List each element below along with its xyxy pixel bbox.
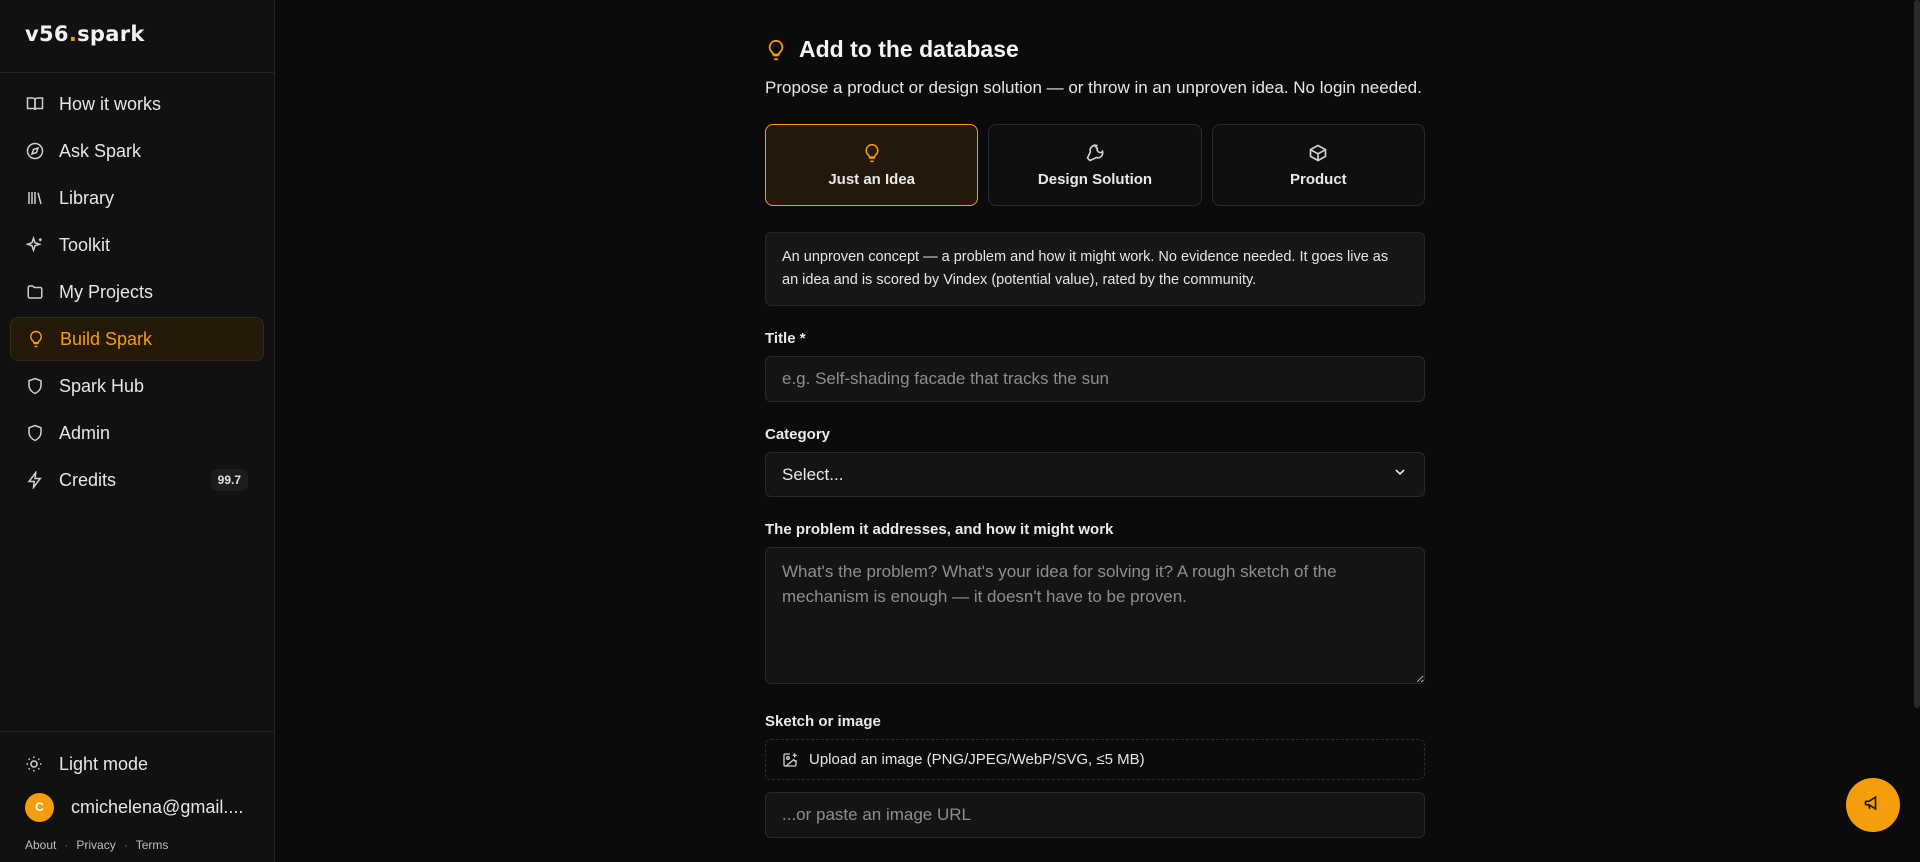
type-label: Design Solution bbox=[1037, 170, 1153, 188]
type-product[interactable]: Product bbox=[1211, 124, 1425, 206]
category-label: Category bbox=[765, 426, 831, 443]
user-menu[interactable]: C cmichelena@gmail.... bbox=[10, 784, 264, 830]
page-subtitle: Propose a product or design solution — o… bbox=[765, 78, 1422, 97]
shield-icon bbox=[25, 376, 45, 396]
sidebar-item-label: How it works bbox=[59, 93, 162, 114]
sidebar-item-library[interactable]: Library bbox=[10, 176, 264, 220]
title-input[interactable] bbox=[765, 356, 1425, 402]
image-label: Sketch or image bbox=[765, 713, 881, 730]
light-mode-label: Light mode bbox=[59, 753, 149, 774]
sun-icon bbox=[25, 755, 45, 773]
sidebar-item-label: My Projects bbox=[59, 281, 154, 302]
separator: · bbox=[123, 838, 128, 852]
box-icon bbox=[1308, 143, 1328, 163]
image-plus-icon bbox=[782, 752, 798, 768]
sidebar-item-credits[interactable]: Credits 99.7 bbox=[10, 458, 264, 502]
lightbulb-icon bbox=[765, 39, 787, 61]
library-icon bbox=[25, 188, 45, 208]
page-title: Add to the database bbox=[765, 36, 1425, 63]
sparkles-icon bbox=[25, 235, 45, 255]
sidebar-item-label: Credits bbox=[59, 469, 117, 490]
separator: · bbox=[64, 838, 69, 852]
problem-label: The problem it addresses, and how it mig… bbox=[765, 521, 1114, 538]
feedback-button[interactable] bbox=[1846, 778, 1900, 832]
logo-suffix: spark bbox=[77, 22, 145, 46]
type-label: Product bbox=[1289, 170, 1347, 188]
sidebar-item-ask-spark[interactable]: Ask Spark bbox=[10, 129, 264, 173]
category-value: Select... bbox=[782, 464, 844, 484]
main-content: Add to the database Propose a product or… bbox=[275, 0, 1920, 862]
avatar: C bbox=[25, 792, 54, 822]
sidebar-item-spark-hub[interactable]: Spark Hub bbox=[10, 364, 264, 408]
sidebar-item-label: Admin bbox=[59, 422, 111, 443]
light-mode-toggle[interactable]: Light mode bbox=[10, 744, 264, 784]
type-label: Just an Idea bbox=[828, 170, 916, 188]
chevron-down-icon bbox=[1392, 464, 1408, 485]
megaphone-icon bbox=[1863, 793, 1883, 818]
logo[interactable]: v56.spark bbox=[0, 0, 274, 73]
sidebar-item-label: Build Spark bbox=[60, 328, 153, 349]
terms-link[interactable]: Terms bbox=[136, 838, 169, 852]
lightbulb-icon bbox=[26, 329, 46, 349]
category-select[interactable]: Select... bbox=[765, 452, 1425, 497]
sidebar-item-label: Toolkit bbox=[59, 234, 111, 255]
sidebar-item-my-projects[interactable]: My Projects bbox=[10, 270, 264, 314]
sidebar-footer: Light mode C cmichelena@gmail.... About ·… bbox=[0, 731, 274, 862]
privacy-link[interactable]: Privacy bbox=[76, 838, 115, 852]
lightbulb-icon bbox=[862, 143, 882, 163]
user-email: cmichelena@gmail.... bbox=[71, 796, 244, 817]
footer-links: About · Privacy · Terms bbox=[10, 830, 264, 852]
submission-type-selector: Just an Idea Design Solution Product bbox=[765, 124, 1425, 206]
image-url-input[interactable] bbox=[765, 792, 1425, 838]
title-label: Title * bbox=[765, 330, 806, 347]
sidebar-nav: How it works Ask Spark Library Toolkit M… bbox=[0, 73, 274, 511]
wrench-icon bbox=[1085, 143, 1105, 163]
credits-badge: 99.7 bbox=[210, 469, 248, 491]
page-title-text: Add to the database bbox=[799, 36, 1019, 62]
sidebar-item-how-it-works[interactable]: How it works bbox=[10, 82, 264, 126]
book-icon bbox=[25, 94, 45, 114]
sidebar-item-admin[interactable]: Admin bbox=[10, 411, 264, 455]
shield-icon bbox=[25, 423, 45, 443]
bolt-icon bbox=[25, 470, 45, 490]
sidebar-item-label: Library bbox=[59, 187, 115, 208]
sidebar-item-toolkit[interactable]: Toolkit bbox=[10, 223, 264, 267]
sidebar-item-label: Spark Hub bbox=[59, 375, 145, 396]
problem-textarea[interactable] bbox=[765, 547, 1425, 684]
upload-image-button[interactable]: Upload an image (PNG/JPEG/WebP/SVG, ≤5 M… bbox=[765, 739, 1425, 780]
sidebar-item-build-spark[interactable]: Build Spark bbox=[10, 317, 264, 361]
type-description: An unproven concept — a problem and how … bbox=[765, 232, 1425, 306]
upload-label: Upload an image (PNG/JPEG/WebP/SVG, ≤5 M… bbox=[809, 751, 1145, 768]
sidebar-item-label: Ask Spark bbox=[59, 140, 142, 161]
scrollbar[interactable] bbox=[1914, 0, 1920, 708]
logo-dot: . bbox=[68, 22, 78, 46]
type-design-solution[interactable]: Design Solution bbox=[988, 124, 1202, 206]
folder-icon bbox=[25, 282, 45, 302]
logo-prefix: v56 bbox=[25, 22, 69, 46]
about-link[interactable]: About bbox=[25, 838, 56, 852]
submission-form: Add to the database Propose a product or… bbox=[765, 36, 1425, 838]
sidebar: v56.spark How it works Ask Spark Library… bbox=[0, 0, 275, 862]
compass-icon bbox=[25, 141, 45, 161]
type-just-an-idea[interactable]: Just an Idea bbox=[765, 124, 979, 206]
app-root: v56.spark How it works Ask Spark Library… bbox=[0, 0, 1920, 862]
